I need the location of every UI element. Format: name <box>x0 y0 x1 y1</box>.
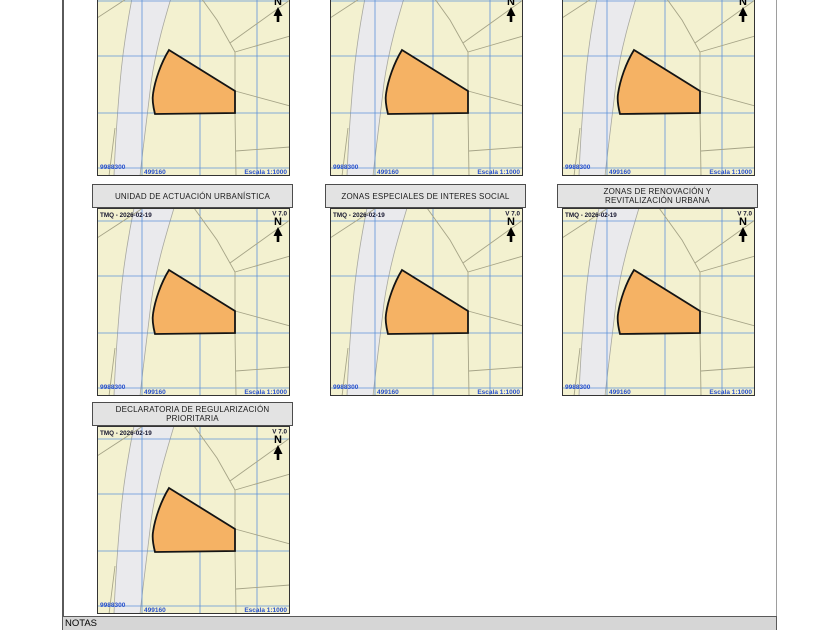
scale-label: Escala 1:1000 <box>244 607 287 614</box>
stamp-label: TMQ - 2026-02-19 <box>333 212 385 219</box>
northing-label: 9988300 <box>565 164 591 171</box>
map-panel-title: ZONAS DE RENOVACIÓN Y REVITALIZACIÓN URB… <box>557 184 758 208</box>
map-canvas: TMQ - 2026-02-19 V 7.0 N 9988300 499160 … <box>562 208 755 396</box>
map-canvas: TMQ - 2026-02-19 V 7.0 N 9988300 499160 … <box>562 0 755 176</box>
northing-label: 9988300 <box>333 164 359 171</box>
map-panel-title: UNIDAD DE ACTUACIÓN URBANÍSTICA <box>92 184 293 208</box>
notes-label: NOTAS <box>65 618 98 629</box>
scale-label: Escala 1:1000 <box>709 169 752 176</box>
easting-label: 499160 <box>144 607 166 614</box>
map-canvas: TMQ - 2026-02-19 V 7.0 N 9988300 499160 … <box>97 0 290 176</box>
map-panel-inner: TMQ - 2026-02-19 V 7.0 N 9988300 499160 … <box>330 0 523 176</box>
easting-label: 499160 <box>144 389 166 396</box>
north-letter: N <box>274 434 282 446</box>
notes-section-header: NOTAS <box>62 616 777 630</box>
map-panel-title: DECLARATORIA DE REGULARIZACIÓN PRIORITAR… <box>92 402 293 426</box>
map-panel: TMQ - 2026-02-19 V 7.0 N 9988300 499160 … <box>97 0 290 176</box>
irm-document-page: TMQ - 2026-02-19 V 7.0 N 9988300 499160 … <box>0 0 840 630</box>
map-panel: ZONAS DE RENOVACIÓN Y REVITALIZACIÓN URB… <box>557 184 758 396</box>
scale-label: Escala 1:1000 <box>477 169 520 176</box>
map-panel: TMQ - 2026-02-19 V 7.0 N 9988300 499160 … <box>330 0 523 176</box>
map-panel-inner: TMQ - 2026-02-19 V 7.0 N 9988300 499160 … <box>97 0 290 176</box>
map-panel: TMQ - 2026-02-19 V 7.0 N 9988300 499160 … <box>562 0 755 176</box>
map-panel-inner: UNIDAD DE ACTUACIÓN URBANÍSTICA TMQ - 20… <box>92 184 293 396</box>
easting-label: 499160 <box>609 169 631 176</box>
north-letter: N <box>274 216 282 228</box>
scale-label: Escala 1:1000 <box>244 389 287 396</box>
northing-label: 9988300 <box>100 164 126 171</box>
map-panel: ZONAS ESPECIALES DE INTERES SOCIAL TMQ -… <box>325 184 526 396</box>
stamp-label: TMQ - 2026-02-19 <box>100 430 152 437</box>
easting-label: 499160 <box>609 389 631 396</box>
north-letter: N <box>507 216 515 228</box>
easting-label: 499160 <box>377 389 399 396</box>
northing-label: 9988300 <box>100 384 126 391</box>
map-canvas: TMQ - 2026-02-19 V 7.0 N 9988300 499160 … <box>330 0 523 176</box>
stamp-label: TMQ - 2026-02-19 <box>565 212 617 219</box>
easting-label: 499160 <box>377 169 399 176</box>
north-letter: N <box>507 0 515 8</box>
map-panel-inner: ZONAS DE RENOVACIÓN Y REVITALIZACIÓN URB… <box>557 184 758 396</box>
map-panel-inner: ZONAS ESPECIALES DE INTERES SOCIAL TMQ -… <box>325 184 526 396</box>
north-letter: N <box>739 0 747 8</box>
north-letter: N <box>274 0 282 8</box>
map-canvas: TMQ - 2026-02-19 V 7.0 N 9988300 499160 … <box>330 208 523 396</box>
northing-label: 9988300 <box>333 384 359 391</box>
map-panel: DECLARATORIA DE REGULARIZACIÓN PRIORITAR… <box>92 402 293 614</box>
map-canvas: TMQ - 2026-02-19 V 7.0 N 9988300 499160 … <box>97 208 290 396</box>
map-grid: TMQ - 2026-02-19 V 7.0 N 9988300 499160 … <box>0 0 840 630</box>
map-panel-inner: DECLARATORIA DE REGULARIZACIÓN PRIORITAR… <box>92 402 293 614</box>
map-panel: UNIDAD DE ACTUACIÓN URBANÍSTICA TMQ - 20… <box>92 184 293 396</box>
easting-label: 499160 <box>144 169 166 176</box>
scale-label: Escala 1:1000 <box>244 169 287 176</box>
map-panel-inner: TMQ - 2026-02-19 V 7.0 N 9988300 499160 … <box>562 0 755 176</box>
scale-label: Escala 1:1000 <box>709 389 752 396</box>
map-canvas: TMQ - 2026-02-19 V 7.0 N 9988300 499160 … <box>97 426 290 614</box>
stamp-label: TMQ - 2026-02-19 <box>100 212 152 219</box>
scale-label: Escala 1:1000 <box>477 389 520 396</box>
map-panel-title: ZONAS ESPECIALES DE INTERES SOCIAL <box>325 184 526 208</box>
northing-label: 9988300 <box>565 384 591 391</box>
northing-label: 9988300 <box>100 602 126 609</box>
north-letter: N <box>739 216 747 228</box>
